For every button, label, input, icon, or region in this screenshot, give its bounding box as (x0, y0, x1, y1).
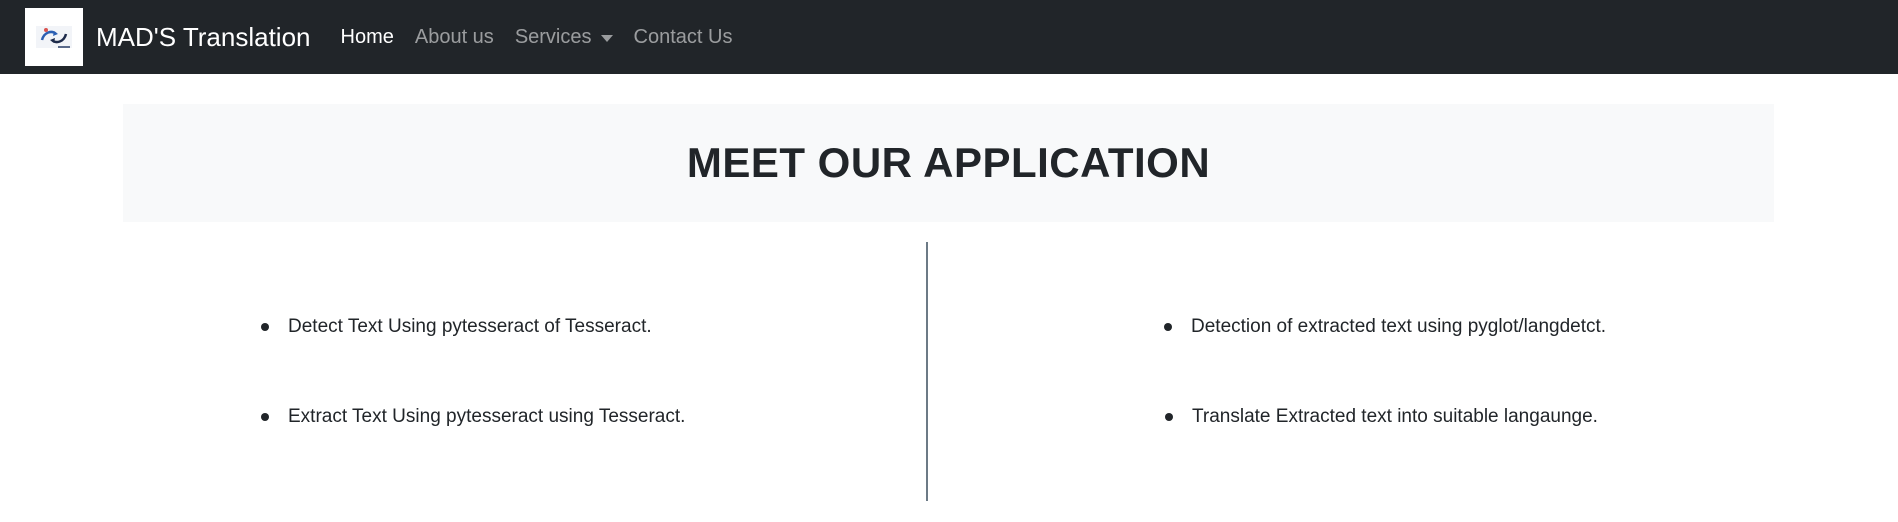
feature-text: Detect Text Using pytesseract of Tessera… (288, 316, 652, 337)
hero-title: MEET OUR APPLICATION (686, 139, 1211, 186)
bullet-icon (1165, 413, 1173, 421)
list-item: Extract Text Using pytesseract using Tes… (261, 406, 685, 428)
caret-down-icon (600, 34, 613, 42)
brand-name: MAD'S Translation (96, 21, 311, 52)
nav-home[interactable]: Home (341, 26, 394, 49)
column-divider (926, 242, 928, 501)
navbar: MAD'S Translation Home About us Services… (0, 0, 1898, 74)
hero-banner: MEET OUR APPLICATION (123, 104, 1774, 222)
feature-text: Detection of extracted text using pyglot… (1191, 316, 1607, 337)
list-item: Detection of extracted text using pyglot… (1164, 316, 1606, 338)
list-item: Detect Text Using pytesseract of Tessera… (261, 316, 652, 338)
feature-text: Extract Text Using pytesseract using Tes… (288, 406, 686, 427)
nav-services-label: Services (514, 25, 592, 48)
translation-logo-icon (25, 8, 83, 66)
brand-link[interactable]: MAD'S Translation (25, 8, 311, 66)
bullet-icon (1164, 323, 1172, 331)
nav-services-dropdown[interactable]: Services (515, 26, 613, 49)
feature-text: Translate Extracted text into suitable l… (1192, 406, 1598, 427)
list-item: Translate Extracted text into suitable l… (1165, 406, 1598, 428)
nav-links: Home About us Services Contact Us (341, 26, 754, 49)
nav-about-us[interactable]: About us (415, 26, 494, 49)
bullet-icon (261, 413, 269, 421)
bullet-icon (261, 323, 269, 331)
nav-contact-us[interactable]: Contact Us (634, 26, 733, 49)
